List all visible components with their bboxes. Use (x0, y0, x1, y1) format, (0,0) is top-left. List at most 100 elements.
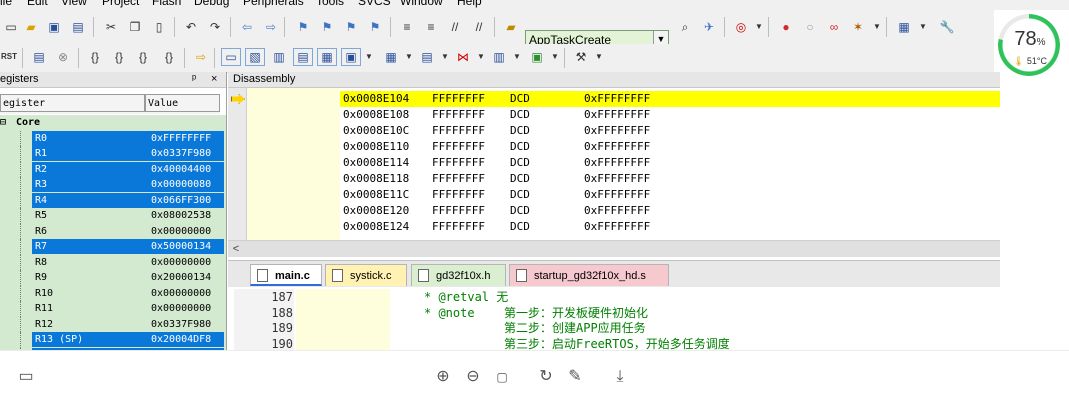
code-line[interactable]: 188 * @note 第一步：开发板硬件初始化 (228, 306, 1000, 322)
disassembly-line[interactable]: 0x0008E108 FFFFFFFF DCD 0xFFFFFFFF (247, 107, 1000, 123)
serial-window-icon[interactable]: ▤ (418, 49, 436, 65)
cut-icon[interactable]: ✂ (102, 19, 120, 35)
incremental-find-icon[interactable]: ✈ (700, 19, 718, 35)
menu-tools[interactable]: Tools (316, 0, 344, 8)
menu-flash[interactable]: Flash (152, 0, 181, 8)
watch-window-icon[interactable]: ▣ (341, 48, 361, 66)
editor-tab[interactable]: startup_gd32f10x_hd.s (509, 264, 669, 286)
register-value[interactable]: 0x0337F980 (151, 317, 211, 332)
chevron-down-icon[interactable]: ▼ (472, 49, 490, 65)
register-value[interactable]: 0xFFFFFFFF (147, 130, 224, 146)
menu-svcs[interactable]: SVCS (358, 0, 391, 8)
menu-peripherals[interactable]: Peripherals (243, 0, 304, 8)
register-row[interactable]: R0 0xFFFFFFFF (0, 130, 226, 146)
register-value[interactable]: 0x00000000 (151, 255, 211, 270)
save-all-icon[interactable]: ▤ (69, 19, 87, 35)
register-value[interactable]: 0x08002538 (151, 208, 211, 223)
copy-icon[interactable]: ❐ (126, 19, 144, 35)
chevron-down-icon[interactable]: ▼ (508, 49, 526, 65)
disassembly-line[interactable]: 0x0008E120 FFFFFFFF DCD 0xFFFFFFFF (247, 203, 1000, 219)
register-row[interactable]: R6 0x00000000 (0, 223, 226, 239)
register-row[interactable]: R11 0x00000000 (0, 301, 226, 317)
bookmark-prev-icon[interactable]: ⚑ (318, 19, 336, 35)
bookmark-clear-icon[interactable]: ⚑ (366, 19, 384, 35)
breakpoint-icon[interactable]: ● (777, 19, 795, 35)
register-value[interactable]: 0x20000134 (151, 270, 211, 285)
register-value[interactable]: 0x20004DF8 (147, 332, 224, 347)
show-next-statement-icon[interactable]: ⇨ (192, 49, 210, 65)
register-row[interactable]: R3 0x00000080 (0, 177, 226, 193)
breakpoint-disable-icon[interactable]: ○ (801, 19, 819, 35)
register-row[interactable]: R10 0x00000000 (0, 285, 226, 301)
wrench-icon[interactable]: 🔧 (938, 19, 956, 35)
menu-project[interactable]: Project (102, 0, 139, 8)
step-out-icon[interactable]: {} (134, 49, 152, 65)
horizontal-scrollbar[interactable]: < (228, 240, 1000, 257)
register-row[interactable]: R4 0x066FF300 (0, 192, 226, 208)
save-icon[interactable]: ▣ (45, 19, 63, 35)
scroll-left-icon[interactable]: < (228, 241, 244, 257)
register-row[interactable]: R13 (SP) 0x20004DF8 (0, 332, 226, 348)
zoom-in-icon[interactable]: ⊕ (433, 367, 453, 387)
chevron-down-icon[interactable]: ▼ (400, 49, 418, 65)
chevron-down-icon[interactable]: ▼ (914, 19, 932, 35)
menu-view[interactable]: View (61, 0, 87, 8)
chevron-down-icon[interactable]: ▼ (750, 19, 768, 35)
register-value[interactable]: 0x00000000 (151, 224, 211, 239)
run-icon[interactable]: ▤ (30, 49, 48, 65)
disassembly-line[interactable]: 0x0008E118 FFFFFFFF DCD 0xFFFFFFFF (247, 171, 1000, 187)
editor-tab[interactable]: main.c (250, 264, 322, 286)
register-row[interactable]: R12 0x0337F980 (0, 316, 226, 332)
code-line[interactable]: 190 第三步：启动FreeRTOS，开始多任务调度 (228, 337, 1000, 352)
open-folder-icon[interactable]: ▰ (22, 19, 40, 35)
register-value[interactable]: 0x00000000 (151, 286, 211, 301)
editor-tab[interactable]: systick.c (325, 264, 407, 286)
find-icon[interactable]: ⌕ (676, 19, 694, 35)
analysis-window-icon[interactable]: ⋈ (454, 49, 472, 65)
menu-file[interactable]: ile (0, 0, 12, 8)
breakpoint-clear-icon[interactable]: ✶ (849, 19, 867, 35)
new-file-icon[interactable]: ▭ (2, 19, 20, 35)
disassembly-line[interactable]: 0x0008E110 FFFFFFFF DCD 0xFFFFFFFF (247, 139, 1000, 155)
zoom-out-icon[interactable]: ⊖ (463, 367, 483, 387)
disassembly-line[interactable]: 0x0008E10C FFFFFFFF DCD 0xFFFFFFFF (247, 123, 1000, 139)
register-value[interactable]: 0x066FF300 (147, 192, 224, 208)
collapse-icon[interactable]: ⊟ (0, 115, 6, 130)
register-group-core[interactable]: ⊟ Core (0, 115, 226, 131)
editor-tab[interactable]: gd32f10x.h (411, 264, 506, 286)
chevron-down-icon[interactable]: ▼ (436, 49, 454, 65)
register-value[interactable]: 0x00000000 (151, 301, 211, 316)
register-row[interactable]: R5 0x08002538 (0, 208, 226, 224)
uncomment-icon[interactable]: // (470, 19, 488, 35)
actual-size-icon[interactable]: ▢ (492, 367, 512, 387)
code-line[interactable]: 189 第二步：创建APP应用任务 (228, 321, 1000, 337)
disassembly-line[interactable]: 0x0008E11C FFFFFFFF DCD 0xFFFFFFFF (247, 187, 1000, 203)
register-row[interactable]: R9 0x20000134 (0, 270, 226, 286)
undo-icon[interactable]: ↶ (182, 19, 200, 35)
menu-debug[interactable]: Debug (194, 0, 229, 8)
code-line[interactable]: 187 * @retval 无 (228, 290, 1000, 306)
symbols-window-icon[interactable]: ▥ (270, 49, 288, 65)
disassembly-gutter[interactable] (228, 88, 247, 240)
chevron-down-icon[interactable]: ▼ (868, 19, 886, 35)
disassembly-line[interactable]: 0x0008E124 FFFFFFFF DCD 0xFFFFFFFF (247, 219, 1000, 235)
nav-back-icon[interactable]: ⇦ (238, 19, 256, 35)
register-value[interactable]: 0x50000134 (147, 239, 224, 254)
reset-button[interactable]: RST (0, 49, 18, 65)
menu-window[interactable]: Window (400, 0, 443, 8)
register-row[interactable]: R7 0x50000134 (0, 239, 226, 255)
bookmark-next-icon[interactable]: ⚑ (342, 19, 360, 35)
comment-icon[interactable]: // (446, 19, 464, 35)
close-icon[interactable]: × (211, 72, 217, 87)
menu-help[interactable]: Help (457, 0, 482, 8)
find-in-files-icon[interactable]: ▰ (502, 19, 520, 35)
debug-session-icon[interactable]: ◎ (732, 19, 750, 35)
window-layout-icon[interactable]: ▦ (895, 19, 913, 35)
column-register[interactable]: egister (0, 94, 145, 112)
memory-window-icon[interactable]: ▦ (382, 49, 400, 65)
chevron-down-icon[interactable]: ▼ (590, 49, 608, 65)
column-value[interactable]: Value (145, 94, 220, 112)
edit-pen-icon[interactable]: ✎ (565, 367, 585, 387)
register-row[interactable]: R2 0x40004400 (0, 161, 226, 177)
bookmark-icon[interactable]: ⚑ (294, 19, 312, 35)
